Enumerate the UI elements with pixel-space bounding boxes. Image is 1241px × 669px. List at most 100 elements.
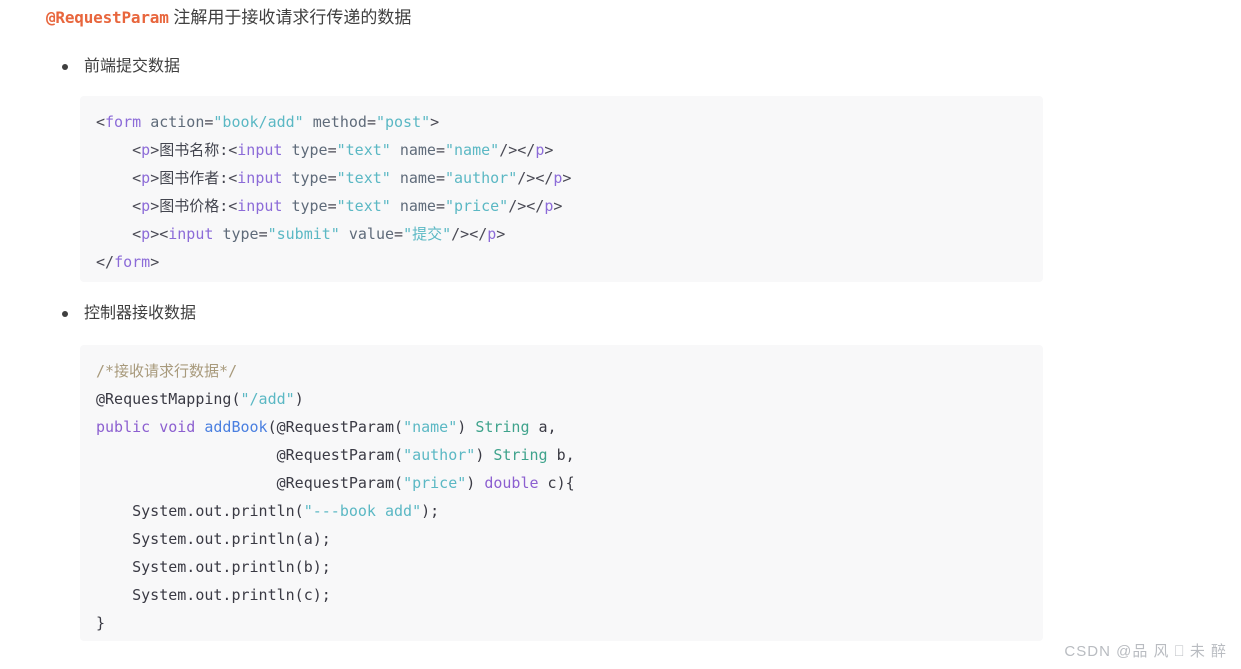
code-line: } — [96, 609, 1043, 637]
code-token: = — [327, 141, 337, 159]
code-token: form — [114, 253, 151, 271]
code-token: @RequestParam — [276, 418, 395, 436]
code-token: method — [312, 113, 367, 131]
code-token: "提交" — [403, 225, 452, 243]
code-token: name — [399, 141, 436, 159]
code-token: ( — [231, 390, 241, 408]
code-line: System.out.println(c); — [96, 581, 1043, 609]
code-token: ( — [394, 474, 404, 492]
code-line: System.out.println(b); — [96, 553, 1043, 581]
code-token: p — [141, 225, 151, 243]
code-line: @RequestParam("author") String b, — [96, 441, 1043, 469]
code-token: addBook — [204, 418, 268, 436]
code-token: type — [291, 197, 328, 215]
code-token: "text" — [336, 197, 391, 215]
code-token: > — [150, 225, 160, 243]
code-token: String — [475, 418, 530, 436]
code-token: > — [430, 113, 440, 131]
code-token: "/add" — [240, 390, 295, 408]
code-line: <p>图书名称:<input type="text" name="name"/>… — [96, 136, 1043, 164]
code-token: "price" — [445, 197, 509, 215]
code-token: "submit" — [267, 225, 340, 243]
code-token: } — [96, 614, 106, 632]
code-token: 图书价格: — [159, 197, 229, 215]
code-token: </ — [469, 225, 488, 243]
code-token: "name" — [403, 418, 458, 436]
code-token: = — [394, 225, 404, 243]
code-token: action — [150, 113, 205, 131]
code-token: @RequestParam — [276, 474, 395, 492]
code-token: b, — [547, 446, 575, 464]
code-token: p — [141, 141, 151, 159]
code-line: <p>图书价格:<input type="text" name="price"/… — [96, 192, 1043, 220]
code-token: type — [291, 141, 328, 159]
code-token: a, — [529, 418, 557, 436]
code-token: </ — [96, 253, 115, 271]
code-line: <form action="book/add" method="post"> — [96, 108, 1043, 136]
page-title-text: 注解用于接收请求行传递的数据 — [168, 8, 412, 27]
code-token: @RequestParam — [276, 446, 395, 464]
list-item-label: 前端提交数据 — [84, 58, 181, 75]
code-token: form — [105, 113, 142, 131]
code-token: "post" — [375, 113, 431, 131]
code-line: System.out.println(a); — [96, 525, 1043, 553]
code-token: String — [493, 446, 548, 464]
bullet-dot-icon — [62, 64, 68, 70]
code-token: "text" — [336, 169, 391, 187]
code-token: p — [535, 141, 545, 159]
code-token: public — [96, 418, 151, 436]
code-token: = — [435, 141, 445, 159]
code-token: = — [366, 113, 376, 131]
code-token: = — [435, 197, 445, 215]
code-token: /> — [499, 141, 518, 159]
code-line: </form> — [96, 248, 1043, 276]
code-token: ) — [475, 446, 485, 464]
list-item-label: 控制器接收数据 — [84, 305, 197, 322]
code-token: p — [141, 169, 151, 187]
code-block-html: <form action="book/add" method="post"> <… — [80, 96, 1043, 282]
code-token: < — [132, 197, 142, 215]
code-token: ) — [457, 418, 467, 436]
code-token: /> — [508, 197, 527, 215]
code-token: 图书名称: — [159, 141, 229, 159]
code-token: </ — [535, 169, 554, 187]
code-token: = — [435, 169, 445, 187]
code-token: = — [327, 169, 337, 187]
code-token: "---book add" — [303, 502, 422, 520]
code-line: @RequestParam("price") double c){ — [96, 469, 1043, 497]
code-token: value — [348, 225, 395, 243]
code-line: <p><input type="submit" value="提交"/></p> — [96, 220, 1043, 248]
page-title: @RequestParam 注解用于接收请求行传递的数据 — [46, 6, 411, 30]
code-token: "text" — [336, 141, 391, 159]
code-token: input — [237, 169, 283, 187]
code-token: /*接收请求行数据*/ — [96, 362, 238, 380]
list-item: 前端提交数据 — [62, 56, 180, 78]
code-token: > — [150, 253, 160, 271]
code-line: <p>图书作者:<input type="text" name="author"… — [96, 164, 1043, 192]
code-token: < — [228, 169, 238, 187]
code-token: input — [168, 225, 214, 243]
code-token: System.out.println(a); — [96, 530, 331, 548]
code-token: < — [96, 113, 106, 131]
list-item: 控制器接收数据 — [62, 303, 196, 325]
code-token: void — [159, 418, 196, 436]
code-token: c){ — [538, 474, 575, 492]
code-token: = — [327, 197, 337, 215]
code-token: /> — [451, 225, 470, 243]
code-token: p — [487, 225, 497, 243]
code-token: < — [228, 141, 238, 159]
code-token: "book/add" — [213, 113, 304, 131]
code-token: type — [222, 225, 259, 243]
code-token: "price" — [403, 474, 467, 492]
code-token: ) — [294, 390, 304, 408]
code-token: > — [544, 141, 554, 159]
